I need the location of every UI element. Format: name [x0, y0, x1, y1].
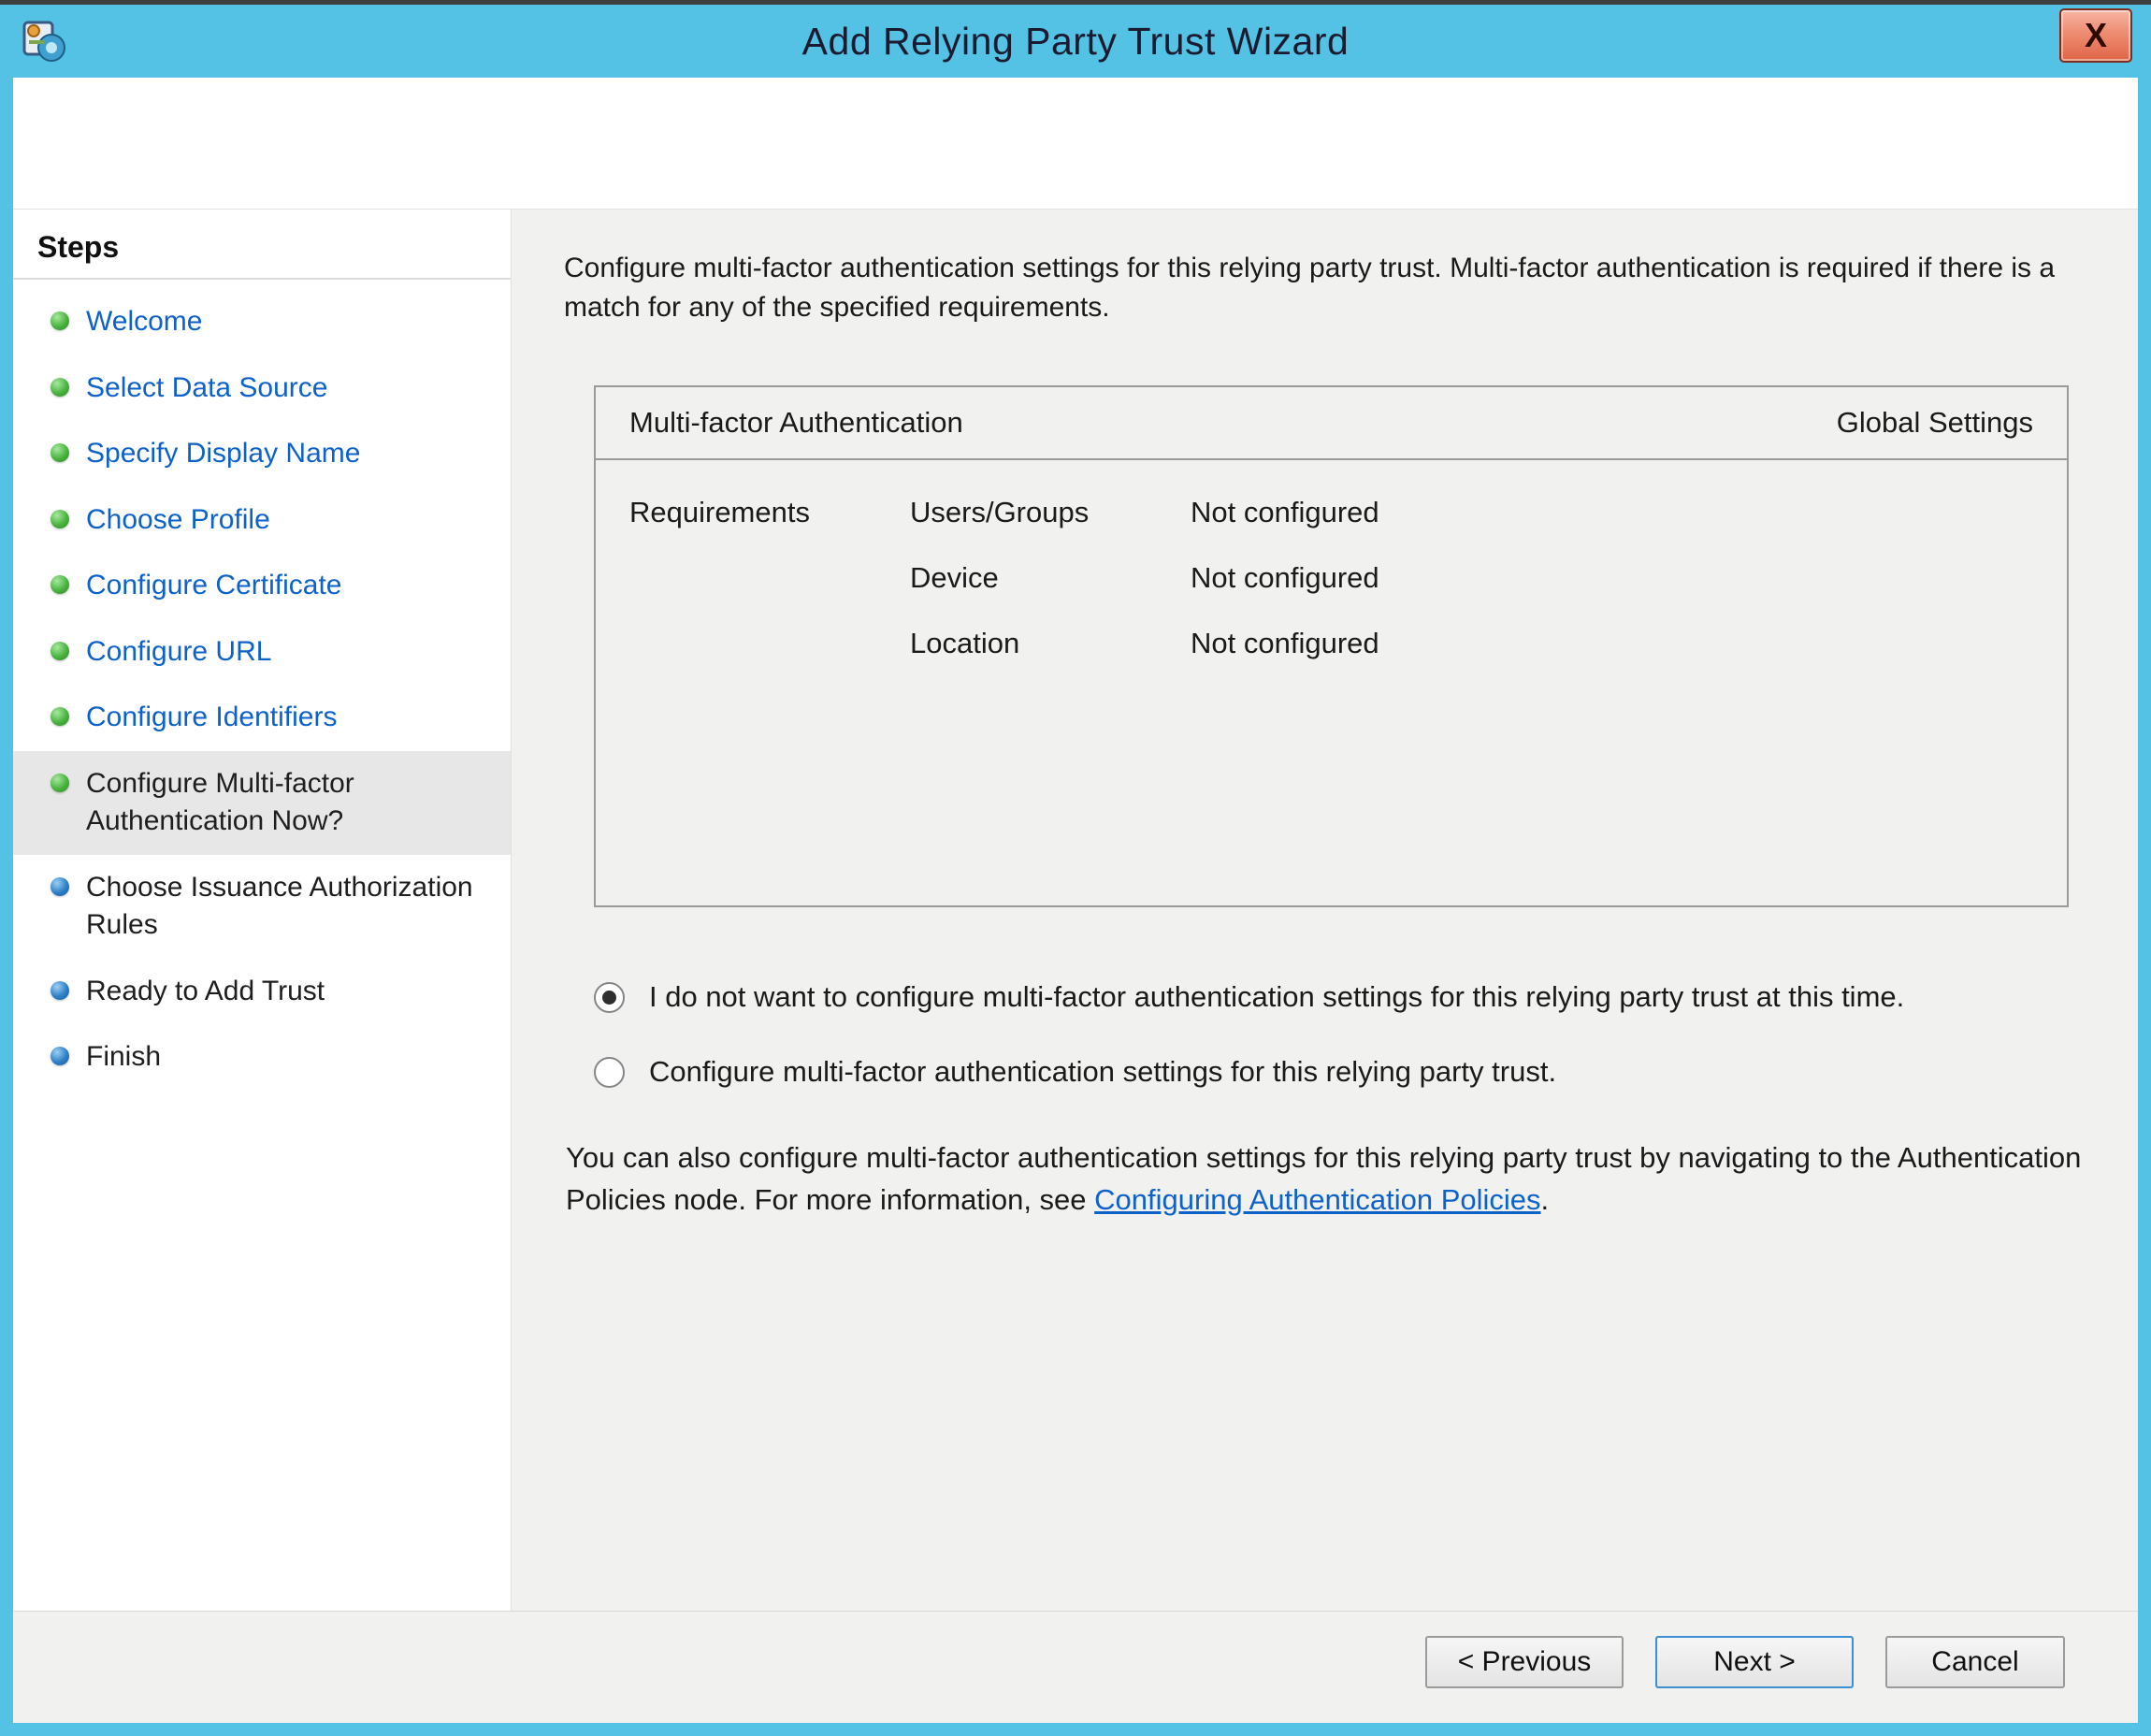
table-row: Device Not configured	[910, 561, 1379, 595]
step-done-icon	[51, 378, 69, 397]
wizard-content: Configure multi-factor authentication se…	[511, 210, 2138, 1611]
sidebar-item-choose-issuance-authorization-rules: Choose Issuance Authorization Rules	[13, 855, 511, 959]
sidebar-item-choose-profile[interactable]: Choose Profile	[13, 487, 511, 554]
step-label: Choose Profile	[86, 501, 270, 540]
step-upcoming-icon	[51, 877, 69, 896]
step-label: Configure Certificate	[86, 567, 341, 605]
radio-unselected-icon[interactable]	[594, 1057, 625, 1088]
sidebar-item-configure-url[interactable]: Configure URL	[13, 619, 511, 686]
sidebar-item-configure-mfa-now: Configure Multi-factor Authentication No…	[13, 751, 511, 855]
requirement-name: Users/Groups	[910, 496, 1191, 529]
sidebar-item-welcome[interactable]: Welcome	[13, 289, 511, 355]
body-row: Steps Welcome Select Data Source Specify…	[13, 209, 2138, 1611]
step-label: Welcome	[86, 303, 202, 341]
button-bar: < Previous Next > Cancel	[13, 1611, 2138, 1723]
radio-label: I do not want to configure multi-factor …	[649, 980, 1904, 1014]
sidebar-item-ready-to-add-trust: Ready to Add Trust	[13, 959, 511, 1025]
requirement-name: Device	[910, 561, 1191, 595]
wizard-window: Add Relying Party Trust Wizard X Steps W…	[0, 0, 2151, 1736]
mfa-table-header: Multi-factor Authentication Global Setti…	[596, 387, 2067, 460]
step-label: Configure Identifiers	[86, 699, 337, 737]
title-bar: Add Relying Party Trust Wizard X	[0, 5, 2151, 78]
sidebar-item-specify-display-name[interactable]: Specify Display Name	[13, 421, 511, 487]
requirement-value: Not configured	[1191, 627, 1379, 660]
wizard-icon	[21, 17, 69, 65]
requirements-rows: Users/Groups Not configured Device Not c…	[910, 496, 1379, 660]
header-band	[13, 78, 2138, 209]
step-done-icon	[51, 510, 69, 528]
configuring-authentication-policies-link[interactable]: Configuring Authentication Policies	[1094, 1183, 1540, 1216]
mfa-choice-group: I do not want to configure multi-factor …	[594, 980, 2084, 1089]
footer-note: You can also configure multi-factor auth…	[566, 1137, 2084, 1222]
step-label: Select Data Source	[86, 369, 327, 408]
step-done-icon	[51, 707, 69, 726]
radio-selected-icon[interactable]	[594, 982, 625, 1013]
requirements-label: Requirements	[629, 496, 910, 660]
requirement-name: Location	[910, 627, 1191, 660]
step-done-icon	[51, 575, 69, 594]
sidebar-item-configure-certificate[interactable]: Configure Certificate	[13, 553, 511, 619]
step-done-icon	[51, 642, 69, 660]
step-label: Finish	[86, 1038, 161, 1077]
step-label: Specify Display Name	[86, 435, 360, 473]
step-label: Configure URL	[86, 633, 271, 672]
steps-sidebar: Steps Welcome Select Data Source Specify…	[13, 210, 511, 1611]
table-row: Users/Groups Not configured	[910, 496, 1379, 529]
previous-button[interactable]: < Previous	[1425, 1636, 1624, 1688]
step-label: Ready to Add Trust	[86, 973, 325, 1011]
table-row: Location Not configured	[910, 627, 1379, 660]
radio-option-skip-mfa[interactable]: I do not want to configure multi-factor …	[594, 980, 2084, 1014]
window-title: Add Relying Party Trust Wizard	[0, 5, 2151, 78]
sidebar-item-select-data-source[interactable]: Select Data Source	[13, 355, 511, 422]
cancel-button[interactable]: Cancel	[1885, 1636, 2065, 1688]
step-done-icon	[51, 443, 69, 462]
sidebar-item-finish: Finish	[13, 1024, 511, 1091]
step-upcoming-icon	[51, 1047, 69, 1065]
mfa-header-global-settings: Global Settings	[1837, 406, 2033, 440]
mfa-table-body: Requirements Users/Groups Not configured…	[596, 460, 2067, 660]
close-button[interactable]: X	[2059, 8, 2132, 63]
mfa-settings-table: Multi-factor Authentication Global Setti…	[594, 385, 2069, 907]
step-upcoming-icon	[51, 981, 69, 1000]
requirement-value: Not configured	[1191, 561, 1379, 595]
step-done-icon	[51, 311, 69, 330]
client-area: Steps Welcome Select Data Source Specify…	[13, 78, 2138, 1723]
steps-heading: Steps	[13, 230, 511, 278]
sidebar-item-configure-identifiers[interactable]: Configure Identifiers	[13, 685, 511, 751]
step-current-icon	[51, 774, 69, 792]
next-button[interactable]: Next >	[1655, 1636, 1854, 1688]
radio-option-configure-mfa[interactable]: Configure multi-factor authentication se…	[594, 1055, 2084, 1089]
requirement-value: Not configured	[1191, 496, 1379, 529]
footer-note-period: .	[1541, 1183, 1550, 1216]
radio-label: Configure multi-factor authentication se…	[649, 1055, 1556, 1089]
steps-list: Welcome Select Data Source Specify Displ…	[13, 280, 511, 1091]
step-label: Configure Multi-factor Authentication No…	[86, 765, 498, 841]
step-label: Choose Issuance Authorization Rules	[86, 869, 498, 945]
intro-text: Configure multi-factor authentication se…	[564, 249, 2084, 327]
mfa-header-title: Multi-factor Authentication	[629, 406, 963, 440]
